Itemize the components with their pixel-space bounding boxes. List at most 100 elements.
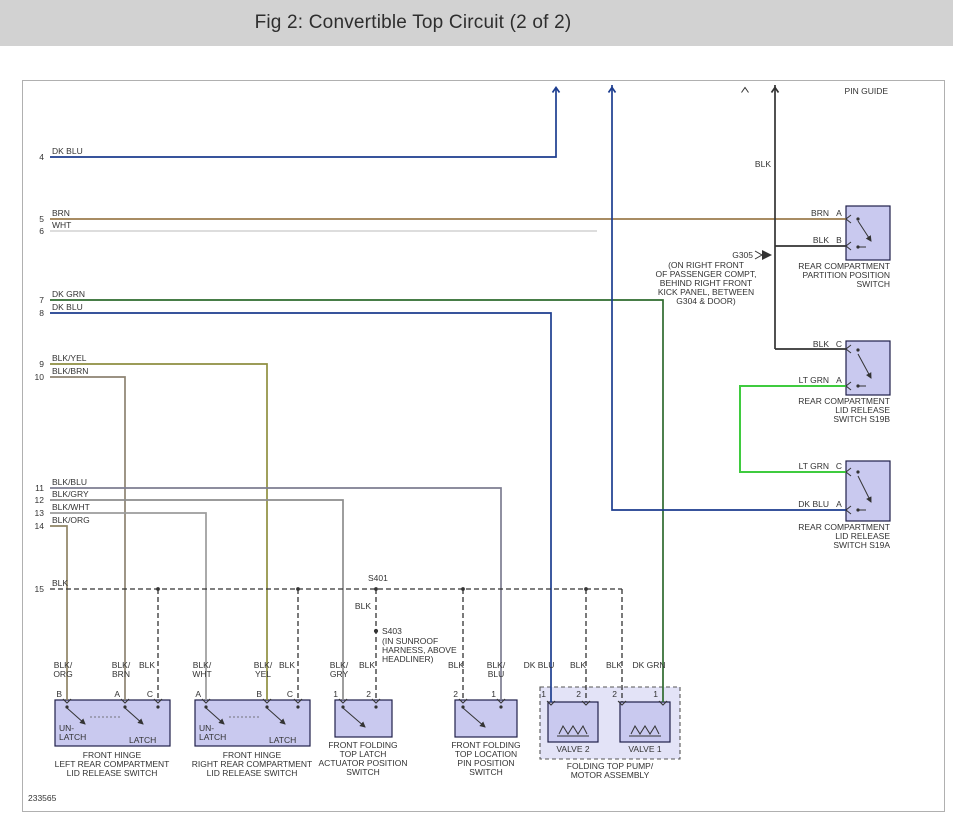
bottom-wire-labels: BLK/ ORG BLK/ BRN BLK BLK/ WHT BLK/ YEL … bbox=[53, 660, 665, 679]
g305-label-block: G305 (ON RIGHT FRONT OF PASSENGER COMPT,… bbox=[656, 250, 757, 306]
caption-line: LID RELEASE SWITCH bbox=[207, 768, 298, 778]
pin-number: 11 bbox=[35, 483, 44, 493]
wire-label: DK BLU bbox=[52, 302, 83, 312]
splice-labels: S401 BLK S403 (IN SUNROOF HARNESS, ABOVE… bbox=[355, 573, 457, 664]
caption-line: LID RELEASE SWITCH bbox=[67, 768, 158, 778]
pin-number: 10 bbox=[35, 372, 45, 382]
wire-label: YEL bbox=[255, 669, 271, 679]
pin-letter: B bbox=[56, 689, 62, 699]
wire-label: BLK/ORG bbox=[52, 515, 90, 525]
figure-id: 233565 bbox=[28, 793, 57, 803]
pin-number: 6 bbox=[39, 226, 44, 236]
harness-blk-label: BLK bbox=[755, 159, 771, 169]
pin-guide-arrow-icon bbox=[742, 88, 749, 93]
wire-label: LT GRN bbox=[799, 461, 829, 471]
pin-letter: A bbox=[836, 208, 842, 218]
wiring-diagram-canvas: 4 DK BLU 5 BRN 6 WHT 7 DK GRN 8 DK BLU 9… bbox=[0, 0, 953, 830]
wire-label: BLK bbox=[570, 660, 586, 670]
wire-label: BLK/WHT bbox=[52, 502, 90, 512]
pin-letter: A bbox=[195, 689, 201, 699]
pin-letter: 1 bbox=[653, 689, 658, 699]
pin-letter: 2 bbox=[366, 689, 371, 699]
wire-label: BLK bbox=[813, 235, 829, 245]
pin-guide-label: PIN GUIDE bbox=[845, 86, 889, 96]
wire-label: DK BLU bbox=[798, 499, 829, 509]
wire-label: WHT bbox=[192, 669, 211, 679]
pin-letter: C bbox=[287, 689, 293, 699]
wire-label: BLK/GRY bbox=[52, 489, 89, 499]
pin-number: 5 bbox=[39, 214, 44, 224]
g305-location-line: G304 & DOOR) bbox=[676, 296, 736, 306]
valve-2-label: VALVE 2 bbox=[556, 744, 590, 754]
s401-label: S401 bbox=[368, 573, 388, 583]
s403-label: S403 bbox=[382, 626, 402, 636]
wire-pin10-blk-brn bbox=[50, 377, 125, 700]
s403-note-line: HEADLINER) bbox=[382, 654, 434, 664]
pin-letter: A bbox=[836, 499, 842, 509]
caption-line: SWITCH bbox=[856, 279, 890, 289]
caption-line: SWITCH bbox=[469, 767, 503, 777]
pin-number: 4 bbox=[39, 152, 44, 162]
valve-1-label: VALVE 1 bbox=[628, 744, 662, 754]
caption-line: SWITCH bbox=[346, 767, 380, 777]
wiring-diagram-page: Fig 2: Convertible Top Circuit (2 of 2) bbox=[0, 0, 953, 830]
wire-label: BLK/BRN bbox=[52, 366, 88, 376]
latch-label: LATCH bbox=[129, 735, 156, 745]
pin-letter: C bbox=[836, 461, 842, 471]
pin-number: 7 bbox=[39, 295, 44, 305]
s401-wire-label: BLK bbox=[355, 601, 371, 611]
latch-label: LATCH bbox=[269, 735, 296, 745]
wire-label: BLK bbox=[359, 660, 375, 670]
wire-label: GRY bbox=[330, 669, 349, 679]
pin-number: 12 bbox=[35, 495, 45, 505]
pin-letter: C bbox=[147, 689, 153, 699]
pin-number: 9 bbox=[39, 359, 44, 369]
wire-label: BLK/YEL bbox=[52, 353, 87, 363]
wire-ground-blk bbox=[772, 85, 847, 349]
wire-label: BRN bbox=[811, 208, 829, 218]
wire-label: BLK bbox=[813, 339, 829, 349]
wire-label: DK BLU bbox=[524, 660, 555, 670]
pin-letter: C bbox=[836, 339, 842, 349]
partition-position-switch-box bbox=[846, 206, 890, 260]
caption-line: SWITCH S19A bbox=[833, 540, 890, 550]
g305-ground-splice-icon bbox=[755, 250, 772, 260]
pin-number: 14 bbox=[35, 521, 45, 531]
wire-label: DK GRN bbox=[52, 289, 85, 299]
wire-label: ORG bbox=[53, 669, 72, 679]
unlatch-label: LATCH bbox=[59, 732, 86, 742]
caption-line: SWITCH S19B bbox=[833, 414, 890, 424]
wire-label: BLU bbox=[488, 669, 505, 679]
wire-label: WHT bbox=[52, 220, 71, 230]
wire-pin4-dk-blu bbox=[50, 88, 560, 158]
wire-label: BLK bbox=[52, 578, 68, 588]
pin-letter: B bbox=[256, 689, 262, 699]
wire-label: BRN bbox=[52, 208, 70, 218]
pin-letter: A bbox=[836, 375, 842, 385]
caption-line: MOTOR ASSEMBLY bbox=[571, 770, 650, 780]
pin-letter: 1 bbox=[541, 689, 546, 699]
pin-number: 15 bbox=[35, 584, 45, 594]
lid-release-switch-s19b-box bbox=[846, 341, 890, 395]
pin-letter: A bbox=[114, 689, 120, 699]
pin-letter: 1 bbox=[491, 689, 496, 699]
wire-pin7-dk-grn bbox=[50, 300, 663, 702]
wire-label: LT GRN bbox=[799, 375, 829, 385]
wire-blk-ground-net-dashed bbox=[50, 589, 622, 702]
component-boxes bbox=[55, 206, 890, 746]
pin-letter: 1 bbox=[333, 689, 338, 699]
pin-number: 13 bbox=[35, 508, 45, 518]
pin-letter: 2 bbox=[612, 689, 617, 699]
pin-letter: B bbox=[836, 235, 842, 245]
wire-label: BLK bbox=[606, 660, 622, 670]
pin-letter: 2 bbox=[576, 689, 581, 699]
junction-dots bbox=[156, 587, 588, 633]
wire-label: BLK/BLU bbox=[52, 477, 87, 487]
location-pin-switch-box bbox=[455, 700, 517, 737]
wire-label: DK GRN bbox=[632, 660, 665, 670]
pin-number: 8 bbox=[39, 308, 44, 318]
lid-release-switch-s19a-box bbox=[846, 461, 890, 521]
unlatch-label: LATCH bbox=[199, 732, 226, 742]
pin-letter: 2 bbox=[453, 689, 458, 699]
wire-label: DK BLU bbox=[52, 146, 83, 156]
